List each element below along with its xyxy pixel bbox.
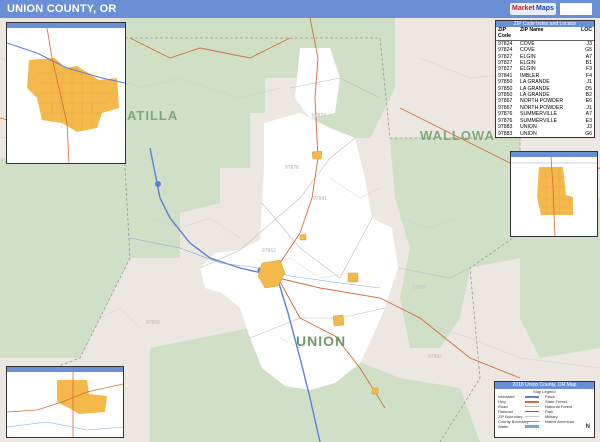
- inset-la-grande[interactable]: [6, 22, 126, 164]
- brand-logo: Market Maps: [510, 2, 594, 16]
- legend-rows: Interstate Hwy Road Railroad ZIP Boundar…: [495, 394, 594, 434]
- map-legend: 2018 Union County, OR Map Map Legend Int…: [494, 381, 595, 438]
- title-bar: UNION COUNTY, OR Market Maps: [0, 0, 600, 18]
- city-cove: [347, 272, 359, 283]
- region-label-umatilla: ATILLA: [127, 108, 179, 123]
- zip-label: 97850: [146, 320, 160, 326]
- brand-name-red: Market: [512, 5, 535, 12]
- zip-label: 97883: [428, 354, 442, 360]
- compass-icon: N: [585, 424, 590, 430]
- zip-header-code: ZIP Code: [498, 27, 511, 40]
- legend-swatch: [525, 396, 539, 398]
- brand-badge: Market Maps: [510, 3, 556, 15]
- zip-code-cell: 97883: [498, 130, 513, 137]
- legend-title: 2018 Union County, OR Map: [495, 382, 594, 389]
- zip-index-rows: 97824 COVE J3 97824 COVE G5 97827 ELGIN A7 97827 E…: [496, 41, 594, 137]
- zip-label: 97841: [313, 196, 327, 202]
- city-union: [332, 314, 345, 327]
- inset-union[interactable]: [6, 366, 124, 438]
- region-label-union: UNION: [296, 333, 347, 349]
- map-title: UNION COUNTY, OR: [7, 3, 117, 15]
- inset-map: [6, 372, 124, 437]
- inset-map: [6, 27, 126, 164]
- zip-name-cell: UNION: [520, 130, 537, 137]
- inset-map: [511, 156, 597, 237]
- legend-swatch: [525, 401, 539, 403]
- zip-label: 97862: [262, 248, 276, 254]
- zip-header-name: ZIP Name: [520, 27, 544, 33]
- city-imbler: [299, 233, 307, 241]
- zip-label: 97824: [312, 113, 326, 119]
- legend-swatch: [525, 411, 539, 412]
- city-elgin: [311, 150, 323, 160]
- brand-name-blue: Maps: [536, 5, 554, 12]
- brand-box: [560, 3, 592, 15]
- zip-index-header: ZIP Code ZIP Name LOC: [496, 27, 594, 41]
- zip-code-index: ZIP Code Index and Locator ZIP Code ZIP …: [495, 20, 595, 138]
- legend-swatch: [525, 406, 539, 407]
- zip-index-row: 97883 UNION G6: [496, 131, 594, 137]
- interstate-shield: [155, 181, 161, 187]
- region-label-wallowa: WALLOWA: [420, 128, 495, 143]
- zip-label: 97824: [412, 285, 426, 291]
- zip-header-loc: LOC: [581, 27, 592, 33]
- zip-loc-cell: G6: [585, 130, 592, 137]
- city-north-powder: [371, 387, 379, 395]
- legend-swatch: [525, 421, 539, 422]
- legend-item: Water: [498, 424, 509, 429]
- legend-swatch: [525, 425, 539, 428]
- zip-label: 97876: [285, 165, 299, 171]
- inset-elgin[interactable]: [510, 151, 598, 237]
- legend-swatch: [525, 416, 539, 417]
- legend-item: Native American: [545, 419, 575, 424]
